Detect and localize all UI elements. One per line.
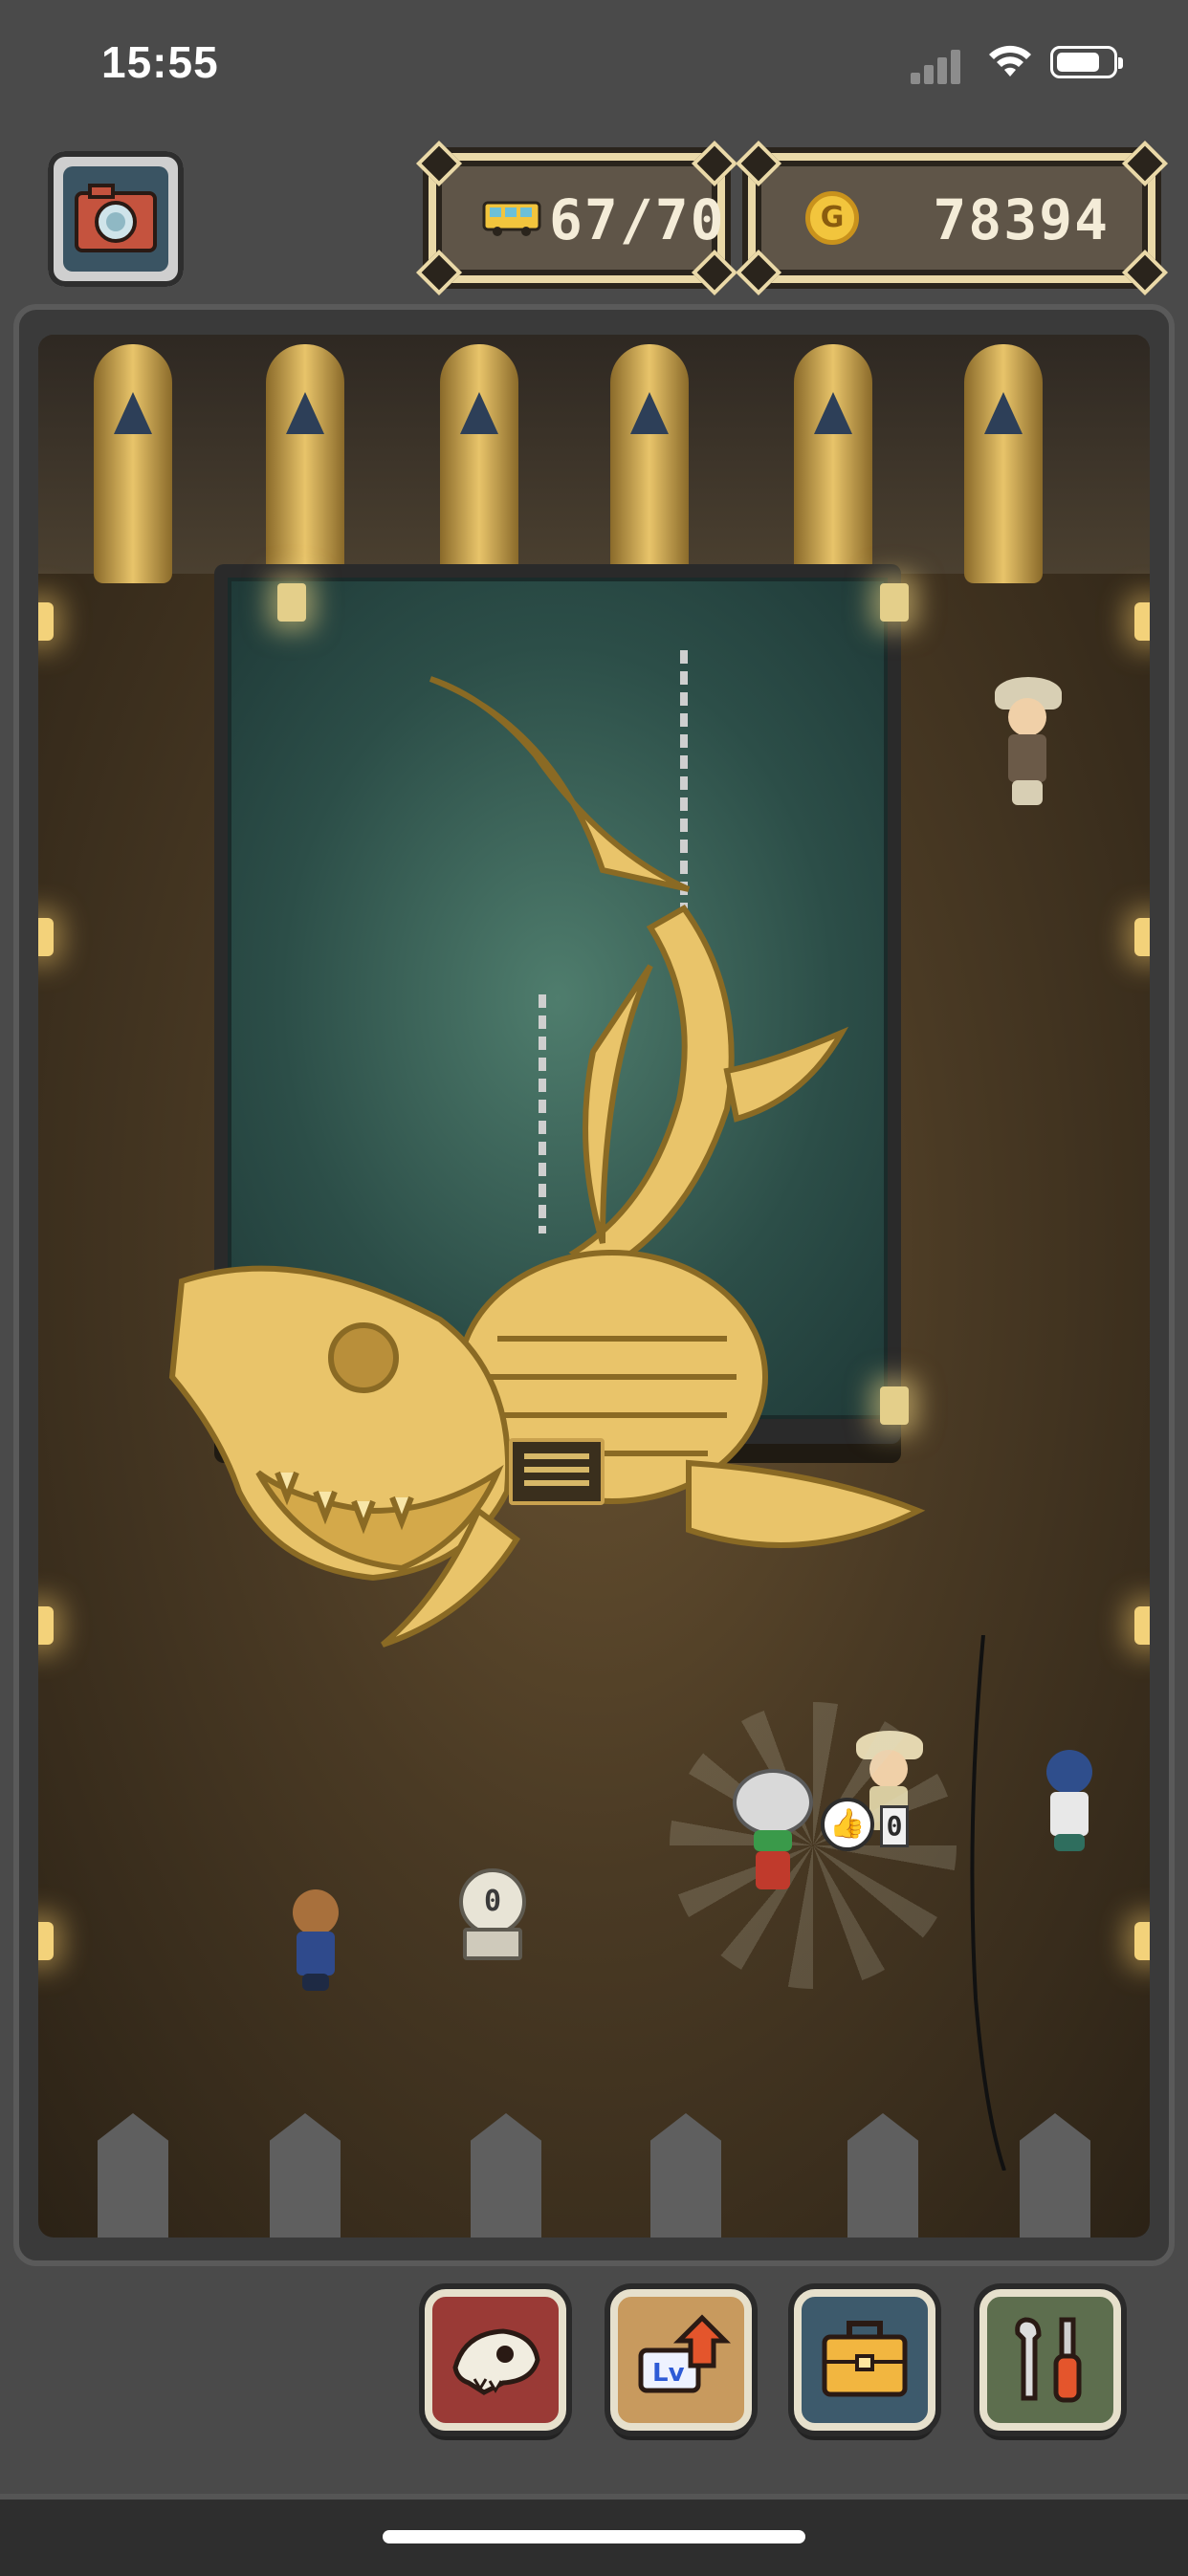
level-up-icon: Lv — [638, 2314, 731, 2393]
mascot-body — [756, 1851, 790, 1889]
ticket-machine[interactable]: 0 — [459, 1868, 536, 1964]
dinosaur-skull-icon — [452, 2328, 540, 2395]
shop-button[interactable] — [794, 2289, 935, 2431]
fossil-button[interactable] — [425, 2289, 566, 2431]
mascot-collar — [754, 1830, 792, 1851]
pillar — [94, 344, 172, 583]
railing-post — [1020, 2113, 1090, 2238]
tools-button[interactable] — [979, 2289, 1121, 2431]
wall-light — [38, 918, 54, 956]
pillar — [266, 344, 344, 583]
exhibit-lamp — [880, 583, 909, 622]
mascot-head — [733, 1769, 813, 1836]
home-indicator[interactable] — [383, 2530, 805, 2543]
gold-amount: 78394 — [933, 187, 1110, 252]
visitor-character — [1041, 1750, 1098, 1855]
mascot-character[interactable]: 👍 0 — [670, 1702, 957, 1989]
railing-post — [847, 2113, 918, 2238]
wall-light — [38, 602, 54, 641]
bottom-toolbar: Lv — [0, 2276, 1188, 2486]
status-bar: 15:55 — [0, 0, 1188, 134]
wrench-screwdriver-icon — [1015, 2317, 1082, 2403]
wifi-icon — [989, 45, 1031, 76]
wall-light — [38, 1922, 54, 1960]
railing-post — [270, 2113, 341, 2238]
sea-serpent-fossil[interactable] — [153, 650, 957, 1664]
exhibit-plaque[interactable] — [509, 1438, 605, 1505]
explorer-character — [995, 677, 1062, 811]
coin-icon: G — [805, 191, 859, 245]
wall-light — [1134, 602, 1150, 641]
sparkle-rays — [670, 1702, 957, 1989]
wall-light — [1134, 918, 1150, 956]
visitor-counter-panel: 67/70 — [415, 140, 738, 296]
ticket-machine-base — [463, 1928, 522, 1960]
wall-light — [1134, 1922, 1150, 1960]
battery-icon — [1050, 46, 1123, 78]
visitor-count: 67/70 — [549, 187, 726, 252]
exhibit-lamp — [277, 583, 306, 622]
level-up-button[interactable]: Lv — [610, 2289, 752, 2431]
pillar — [964, 344, 1043, 583]
wall-light — [1134, 1606, 1150, 1645]
visitor-character — [287, 1889, 344, 1995]
camera-icon — [75, 184, 157, 252]
mascot-counter: 0 — [880, 1805, 909, 1847]
ticket-machine-dial: 0 — [459, 1868, 526, 1935]
pillar — [794, 344, 872, 583]
railing-post — [471, 2113, 541, 2238]
bus-icon — [482, 201, 541, 236]
camera-button[interactable] — [48, 151, 184, 287]
pillar — [610, 344, 689, 583]
railing-post — [98, 2113, 168, 2238]
status-time: 15:55 — [101, 37, 219, 87]
signal-icon — [911, 46, 968, 84]
pillar — [440, 344, 518, 583]
gold-panel: G 78394 — [735, 140, 1169, 296]
railing-post — [650, 2113, 721, 2238]
thumbs-up-icon: 👍 — [821, 1798, 874, 1851]
svg-text:Lv: Lv — [652, 2359, 685, 2388]
wall-light — [38, 1606, 54, 1645]
briefcase-icon — [822, 2321, 908, 2397]
stray-line — [970, 1635, 1006, 2171]
